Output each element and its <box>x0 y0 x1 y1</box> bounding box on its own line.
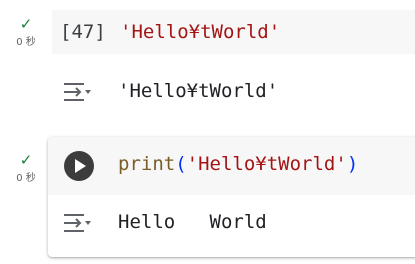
execution-duration: 0 秒 <box>16 37 36 48</box>
output-options-icon[interactable] <box>62 211 92 235</box>
code-function: print <box>118 153 176 175</box>
output-options-icon[interactable] <box>62 80 92 104</box>
execution-count: [47] <box>60 21 106 43</box>
code-cell-focused[interactable]: print('Hello¥tWorld') Hello World <box>48 137 415 257</box>
cell1-status: ✓ 0 秒 <box>0 15 52 49</box>
code-string-argument: 'Hello¥tWorld' <box>186 153 347 175</box>
check-icon: ✓ <box>19 15 33 33</box>
execution-duration: 0 秒 <box>16 173 36 184</box>
code-text[interactable]: print('Hello¥tWorld') <box>118 153 358 175</box>
cell2-status: ✓ 0 秒 <box>0 151 52 185</box>
code-open-paren: ( <box>175 153 187 175</box>
cell-output: Hello World <box>118 211 267 233</box>
code-close-paren: ) <box>346 153 359 175</box>
run-cell-button[interactable] <box>64 151 94 181</box>
check-icon: ✓ <box>19 151 33 169</box>
code-cell-input[interactable]: [47] 'Hello¥tWorld' <box>52 10 415 54</box>
code-text[interactable]: 'Hello¥tWorld' <box>120 21 280 43</box>
cell-output: 'Hello¥tWorld' <box>118 80 279 102</box>
code-cell-input[interactable]: print('Hello¥tWorld') <box>48 137 415 195</box>
